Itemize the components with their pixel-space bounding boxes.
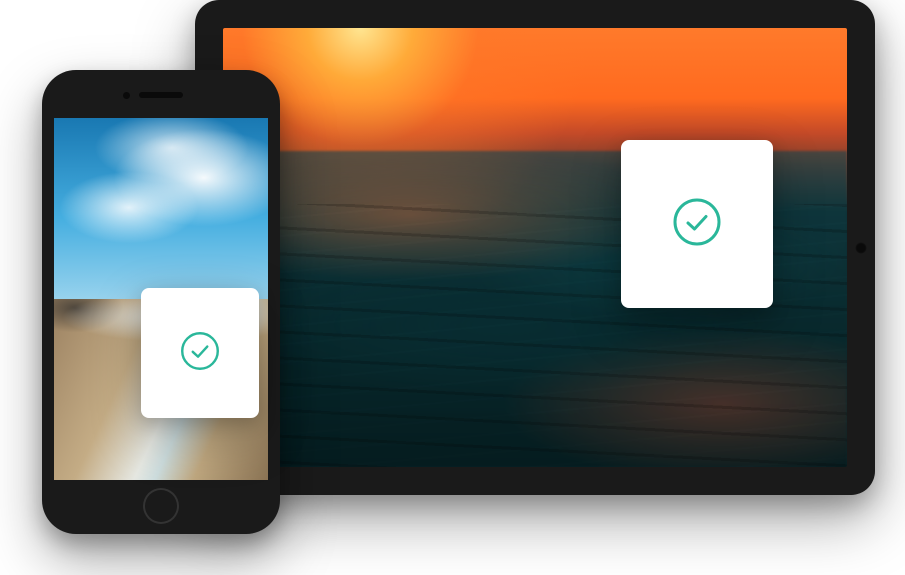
phone-camera-icon: [123, 92, 130, 99]
phone-home-button[interactable]: [143, 488, 179, 524]
check-circle-icon: [671, 196, 723, 253]
tablet-home-button[interactable]: [855, 242, 867, 254]
tablet-device-frame: [195, 0, 875, 495]
success-card-phone: [141, 288, 259, 418]
phone-speaker-icon: [139, 92, 183, 98]
phone-device-frame: [42, 70, 280, 534]
check-circle-icon: [179, 330, 221, 377]
success-card-tablet: [621, 140, 773, 308]
